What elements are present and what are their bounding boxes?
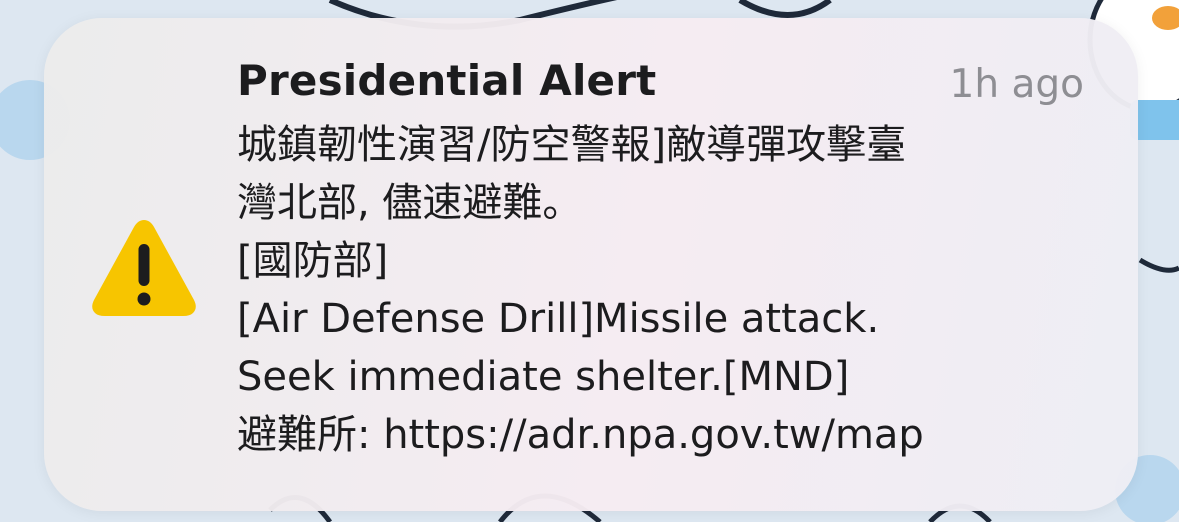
notification-title: Presidential Alert <box>237 56 657 105</box>
message-line: [國防部] <box>237 238 389 284</box>
message-line: Seek immediate shelter.[MND] <box>237 354 850 400</box>
message-line: 城鎮韌性演習/防空警報]敵導彈攻擊臺 <box>237 122 907 168</box>
message-line: 灣北部, 儘速避難。 <box>237 180 583 226</box>
message-line: [Air Defense Drill]Missile attack. <box>237 296 880 342</box>
notification-timestamp: 1h ago <box>949 62 1084 107</box>
notification-body: 城鎮韌性演習/防空警報]敵導彈攻擊臺 灣北部, 儘速避難。 [國防部] [Air… <box>237 116 1097 464</box>
warning-icon <box>92 220 196 316</box>
notification-card[interactable]: Presidential Alert 1h ago 城鎮韌性演習/防空警報]敵導… <box>44 18 1138 511</box>
message-line-url: 避難所: https://adr.npa.gov.tw/map <box>237 412 924 458</box>
